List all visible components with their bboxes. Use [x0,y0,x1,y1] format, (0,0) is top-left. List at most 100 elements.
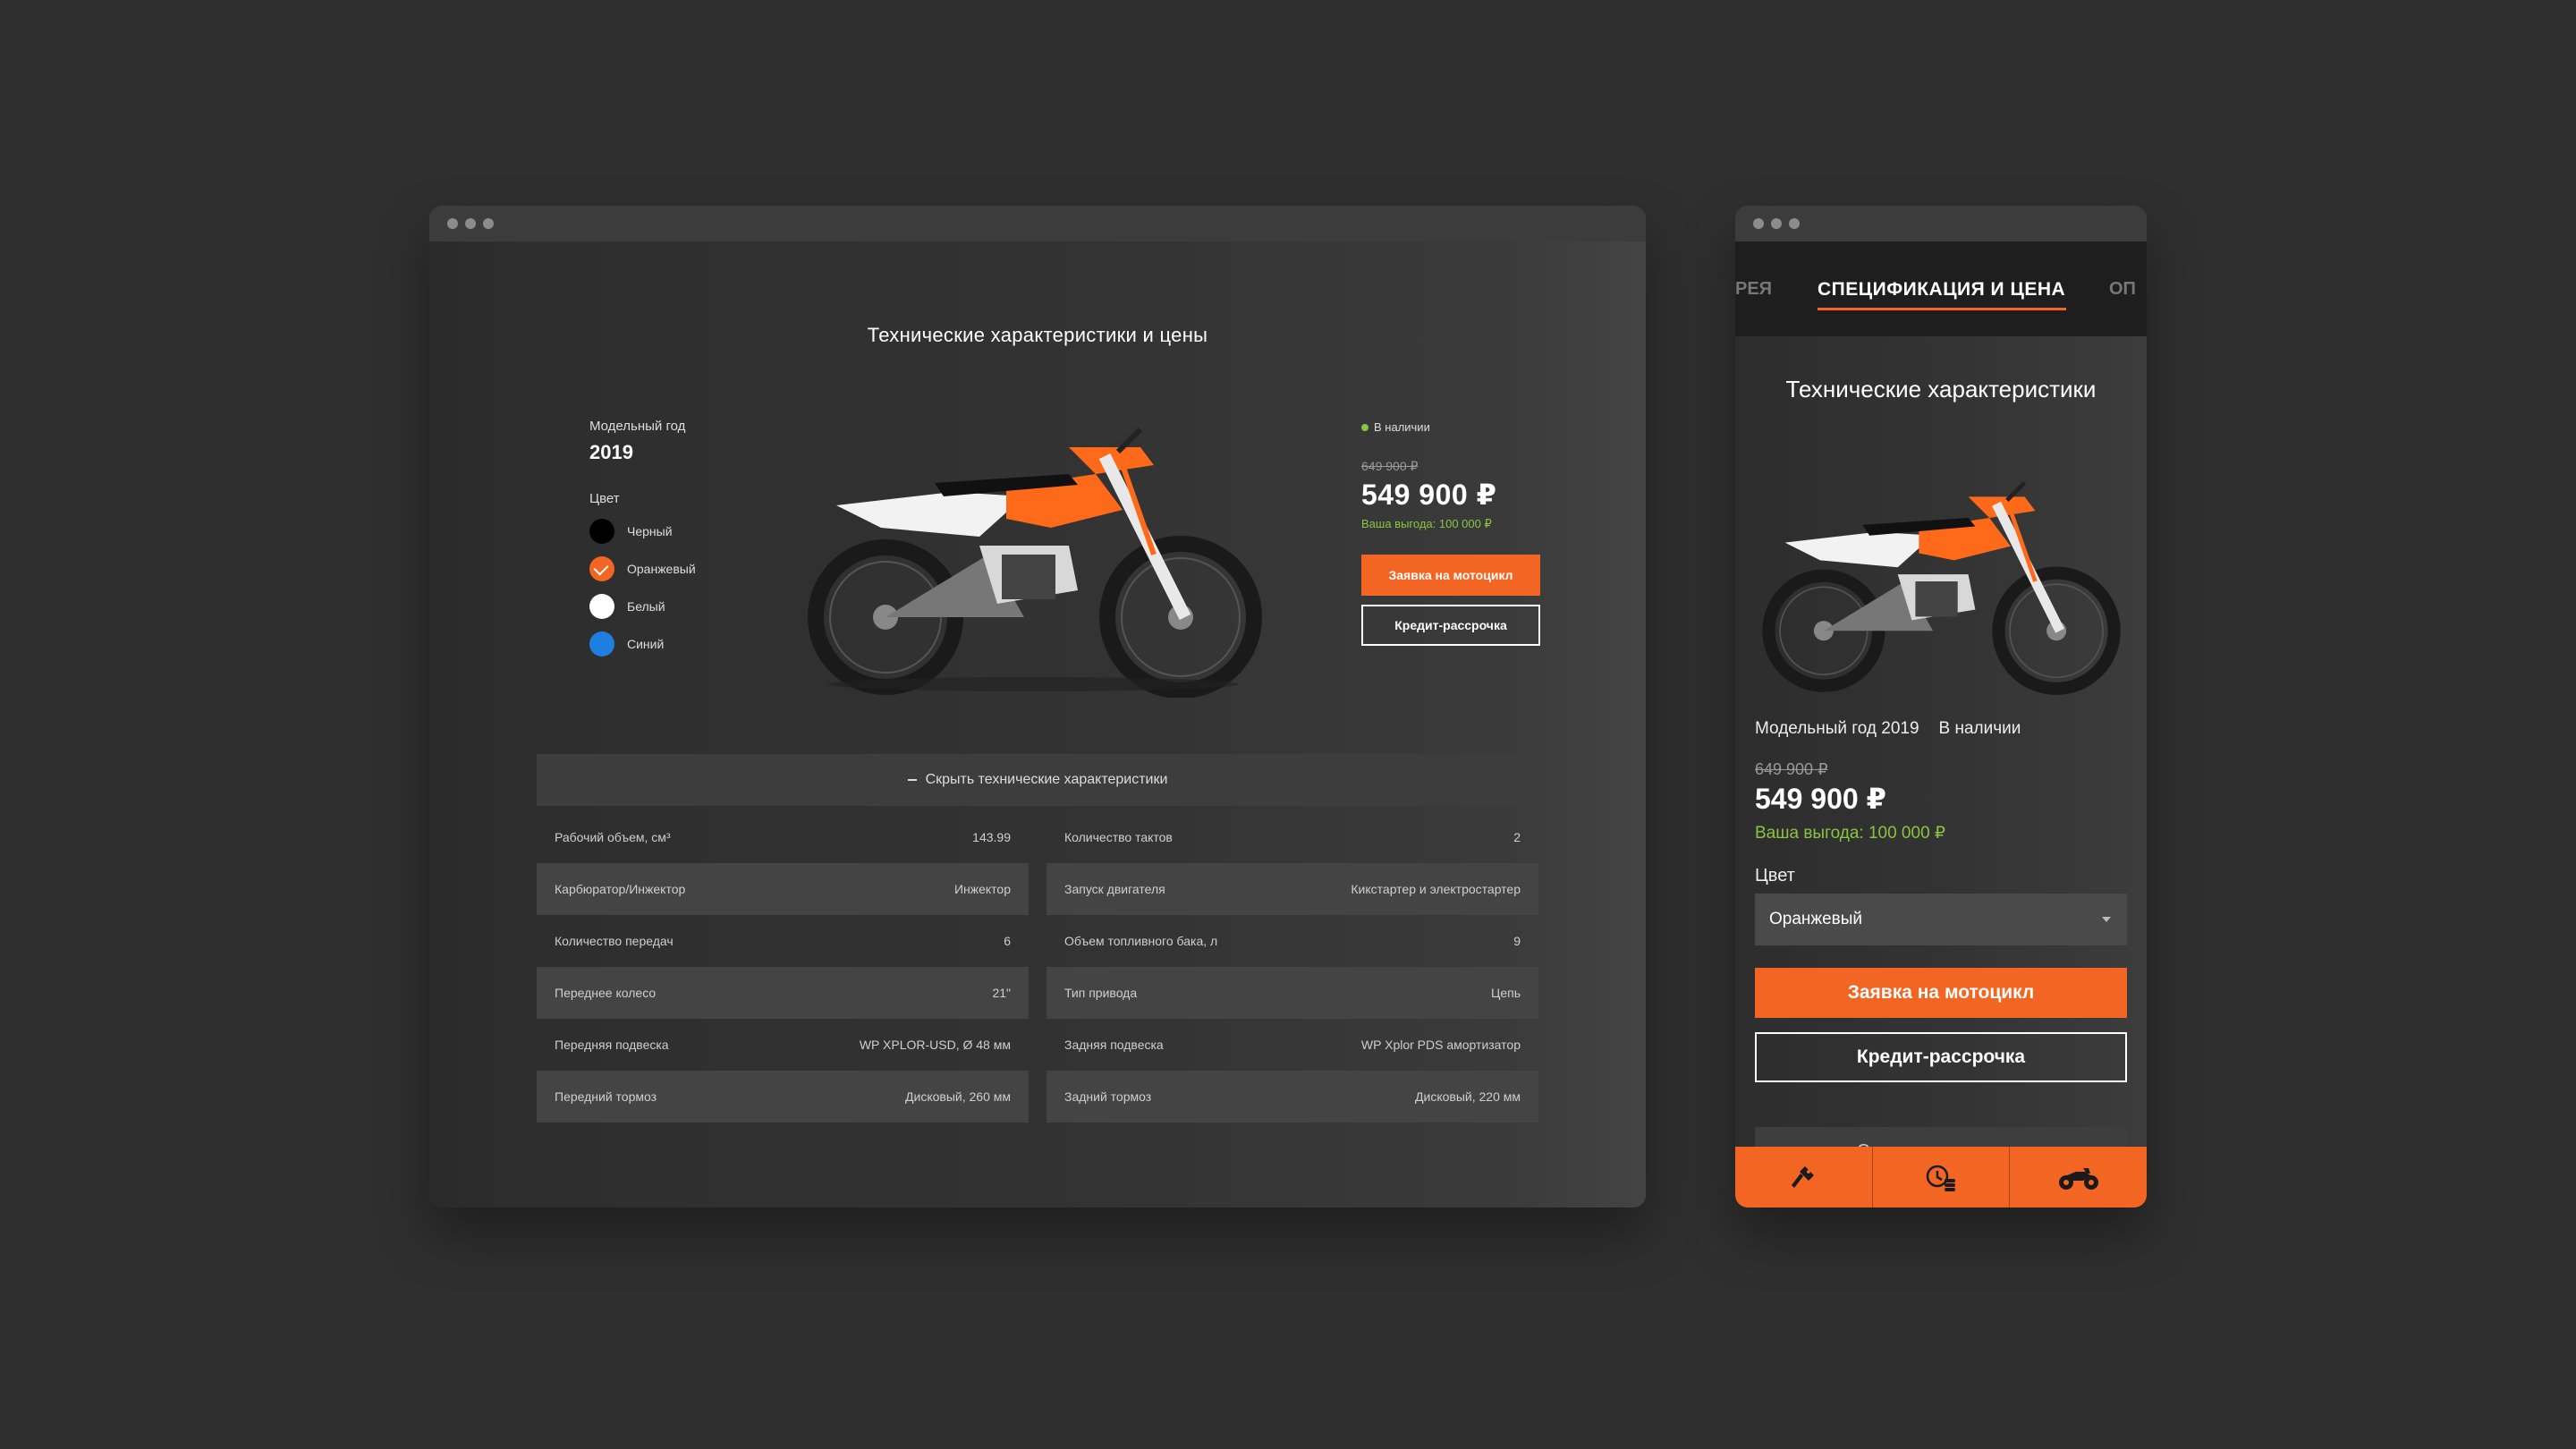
spec-value: 9 [1513,934,1521,948]
color-option-orange[interactable]: Оранжевый [589,556,696,581]
current-price: 549 900 ₽ [1755,783,1886,815]
spec-value: Инжектор [953,882,1011,896]
spec-row: Карбюратор/Инжектор Инжектор [537,863,1029,915]
bottom-action-catalog[interactable] [2010,1147,2147,1208]
model-year-value: 2019 [589,441,633,463]
price-panel: В наличии 649 900 ₽ 549 900 ₽ Ваша выгод… [1361,420,1540,646]
color-option-white[interactable]: Белый [589,594,696,619]
color-swatch[interactable] [589,594,614,619]
color-swatch-selected[interactable] [589,556,614,581]
color-name: Оранжевый [627,562,696,576]
spec-row: Переднее колесо 21" [537,967,1029,1019]
hide-specs-label: Скрыть технические характеристики [925,772,1168,787]
spec-value: Дисковый, 260 мм [905,1089,1011,1104]
old-price: 649 900 ₽ [1361,459,1419,473]
color-name: Синий [627,637,665,651]
spec-row: Количество тактов 2 [1046,811,1538,863]
spec-key: Задняя подвеска [1064,1038,1164,1052]
spec-value: WP Xplor PDS амортизатор [1360,1038,1521,1052]
model-year: Модельный год 2019 [1755,719,1919,738]
bottom-action-credit[interactable] [1873,1147,2011,1208]
color-select[interactable]: Оранжевый [1755,894,2127,945]
spec-value: Кикстартер и электростартер [1351,882,1521,896]
status-dot-icon [1361,423,1368,431]
specs-table-left: Рабочий объем, см³ 143.99 Карбюратор/Инже… [537,811,1029,1123]
stock-status: В наличии [1361,420,1540,434]
motorcycle-image [808,427,1262,698]
spec-value: 21" [992,986,1011,1000]
spec-value: WP XPLOR-USD, Ø 48 мм [859,1038,1011,1052]
motorcycle-icon [2058,1168,2098,1190]
chevron-down-icon [2102,917,2111,922]
spec-key: Тип привода [1064,986,1138,1000]
credit-coins-icon [1926,1165,1955,1191]
options-panel: Модельный год 2019 Цвет Черный Оранжевый… [589,419,696,657]
mobile-page: РЕЯ СПЕЦИФИКАЦИЯ И ЦЕНА ОП Технические х… [1735,242,2147,1208]
spec-row: Задний тормоз Дисковый, 220 мм [1046,1071,1538,1123]
model-meta: Модельный год 2019 В наличии [1755,719,2021,739]
bottom-action-test-drive[interactable] [1735,1147,1873,1208]
spec-key: Количество тактов [1064,830,1173,844]
model-year-label: Модельный год [589,419,686,434]
specs-table-right: Количество тактов 2 Запуск двигателя Кикст… [1046,811,1538,1123]
spec-key: Задний тормоз [1064,1089,1152,1104]
spec-key: Передняя подвеска [555,1038,669,1052]
spec-row: Запуск двигателя Кикстартер и электростар… [1046,863,1538,915]
window-titlebar [429,206,1646,242]
benefit-text: Ваша выгода: 100 000 ₽ [1755,824,1945,843]
spec-value: Дисковый, 220 мм [1415,1089,1521,1104]
color-option-black[interactable]: Черный [589,519,696,544]
page-title: Технические характеристики [1785,376,2097,402]
hide-specs-toggle[interactable]: Скрыть технические характеристики [537,754,1538,806]
spec-key: Переднее колесо [555,986,657,1000]
spec-value: 143.99 [972,830,1011,844]
color-name: Белый [627,599,665,614]
desktop-window: Технические характеристики и цены Модель… [429,206,1646,1208]
bottom-action-bar [1735,1147,2147,1208]
desktop-page: Технические характеристики и цены Модель… [429,242,1646,1208]
spec-row: Тип привода Цепь [1046,967,1538,1019]
color-select-value: Оранжевый [1769,910,1863,928]
color-option-blue[interactable]: Синий [589,631,696,657]
minus-icon [907,779,917,781]
color-swatch[interactable] [589,631,614,657]
active-tab-indicator [1818,308,2066,310]
color-swatch[interactable] [589,519,614,544]
window-titlebar [1735,206,2147,242]
credit-installment-button[interactable]: Кредит-рассрочка [1755,1032,2127,1082]
window-controls[interactable] [447,218,494,229]
spec-key: Рабочий объем, см³ [555,830,671,844]
spec-row: Количество передач 6 [537,915,1029,967]
request-motorcycle-button[interactable]: Заявка на мотоцикл [1755,968,2127,1018]
window-controls[interactable] [1753,218,1800,229]
tab-gallery[interactable]: РЕЯ [1735,279,1772,300]
tab-options[interactable]: ОП [2109,279,2136,300]
current-price: 549 900 ₽ [1361,479,1497,511]
spec-row: Объем топливного бака, л 9 [1046,915,1538,967]
spec-value: 2 [1513,830,1521,844]
spec-value: Цепь [1490,986,1521,1000]
color-name: Черный [627,524,673,538]
stock-text: В наличии [1374,420,1430,434]
request-motorcycle-button[interactable]: Заявка на мотоцикл [1361,555,1540,596]
color-label: Цвет [1755,866,1795,886]
motorcycle-image [1762,480,2121,695]
check-icon [593,560,609,576]
spec-row: Рабочий объем, см³ 143.99 [537,811,1029,863]
tab-bar: РЕЯ СПЕЦИФИКАЦИЯ И ЦЕНА ОП [1735,242,2147,336]
key-icon [1792,1166,1815,1188]
spec-value: 6 [1004,934,1011,948]
spec-key: Передний тормоз [555,1089,657,1104]
spec-row: Передний тормоз Дисковый, 260 мм [537,1071,1029,1123]
spec-key: Объем топливного бака, л [1064,934,1218,948]
credit-installment-button[interactable]: Кредит-рассрочка [1361,605,1540,646]
spec-key: Запуск двигателя [1064,882,1165,896]
spec-row: Задняя подвеска WP Xplor PDS амортизатор [1046,1019,1538,1071]
old-price: 649 900 ₽ [1755,760,1828,778]
tab-spec-price[interactable]: СПЕЦИФИКАЦИЯ И ЦЕНА [1818,279,2065,301]
color-label: Цвет [589,491,620,506]
spec-key: Количество передач [555,934,674,948]
page-title: Технические характеристики и цены [867,324,1208,346]
mobile-window: РЕЯ СПЕЦИФИКАЦИЯ И ЦЕНА ОП Технические х… [1735,206,2147,1208]
spec-row: Передняя подвеска WP XPLOR-USD, Ø 48 мм [537,1019,1029,1071]
